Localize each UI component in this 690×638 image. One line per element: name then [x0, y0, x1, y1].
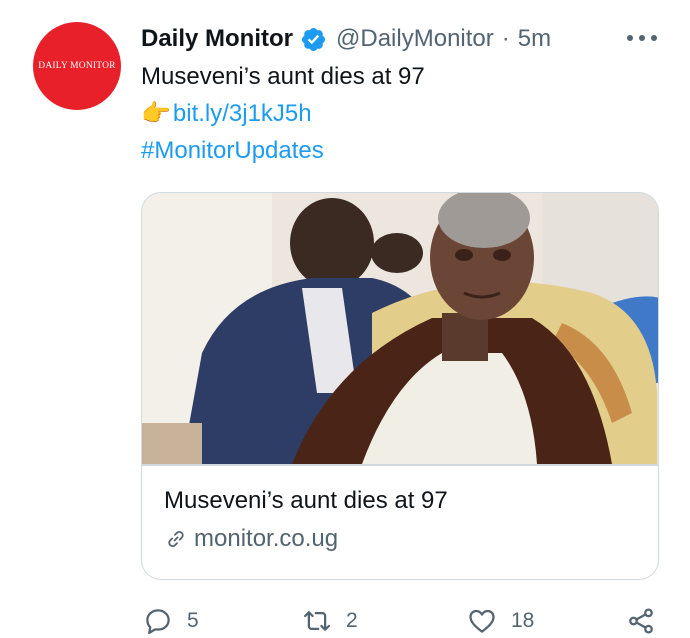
hashtag-link[interactable]: #MonitorUpdates: [141, 136, 324, 166]
author-handle[interactable]: @DailyMonitor: [336, 25, 494, 53]
like-button[interactable]: 18: [467, 606, 534, 636]
more-dot: [627, 35, 633, 41]
reply-button[interactable]: 5: [143, 606, 199, 636]
tweet-text: Museveni’s aunt dies at 97: [141, 63, 425, 90]
reply-count: 5: [187, 609, 199, 632]
more-dot: [639, 35, 645, 41]
link-icon: [168, 530, 184, 548]
card-domain-text: monitor.co.ug: [194, 525, 339, 552]
card-image[interactable]: [142, 193, 658, 464]
timestamp[interactable]: 5m: [518, 25, 551, 53]
like-count: 18: [511, 609, 535, 632]
reply-icon: [146, 609, 170, 634]
pointing-finger-icon: 👉: [141, 100, 171, 127]
tweet-header: Daily Monitor @DailyMonitor · 5m: [141, 22, 551, 56]
tweet[interactable]: DAILY MONITOR Daily Monitor @DailyMonito…: [0, 0, 690, 638]
share-button[interactable]: [626, 606, 670, 636]
separator-dot: ·: [501, 25, 510, 52]
link-preview-card[interactable]: Museveni’s aunt dies at 97 monitor.co.ug: [141, 192, 659, 580]
heart-icon: [469, 609, 495, 633]
retweet-count: 2: [346, 609, 358, 632]
card-photo: [142, 193, 658, 464]
tweet-link-line: 👉 bit.ly/3j1kJ5h: [141, 99, 312, 129]
retweet-button[interactable]: 2: [302, 606, 358, 636]
card-domain[interactable]: monitor.co.ug: [164, 525, 338, 553]
more-dot: [651, 35, 657, 41]
verified-badge-icon: [301, 27, 326, 51]
avatar[interactable]: DAILY MONITOR: [33, 22, 121, 110]
author-name[interactable]: Daily Monitor: [141, 25, 293, 53]
retweet-icon: [304, 611, 330, 631]
card-divider: [142, 464, 658, 466]
card-title[interactable]: Museveni’s aunt dies at 97: [164, 487, 448, 515]
avatar-logo-text: DAILY MONITOR: [38, 61, 116, 71]
tweet-short-link[interactable]: bit.ly/3j1kJ5h: [173, 99, 312, 129]
share-icon: [629, 608, 653, 634]
more-options-icon[interactable]: [627, 30, 659, 46]
tweet-actions: 5 2 18: [0, 600, 690, 638]
